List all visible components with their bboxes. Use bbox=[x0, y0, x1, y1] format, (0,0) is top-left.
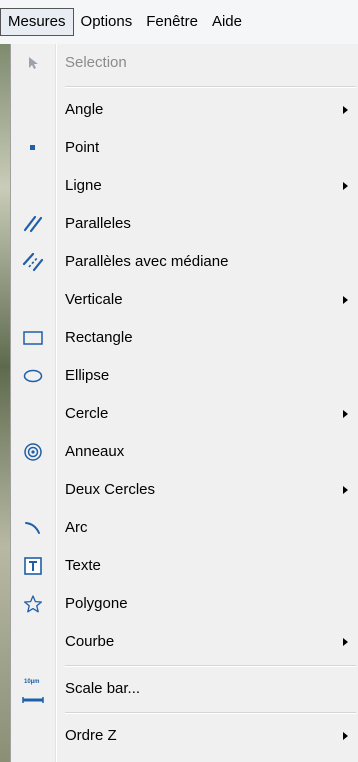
submenu-arrow-icon bbox=[343, 410, 348, 418]
submenu-arrow-icon bbox=[343, 732, 348, 740]
menu-item-label: Scale bar... bbox=[65, 680, 141, 697]
menubar-item-fenetre[interactable]: Fenêtre bbox=[139, 8, 205, 36]
menubar-item-mesures[interactable]: Mesures bbox=[0, 8, 74, 36]
ellipse-icon bbox=[11, 357, 55, 395]
menu-item-label: Anneaux bbox=[65, 443, 125, 460]
menu-item-label: Parallèles avec médiane bbox=[65, 253, 229, 270]
parallel-median-icon bbox=[11, 243, 55, 281]
menu-separator bbox=[65, 665, 356, 667]
menu-item-verticale[interactable]: Verticale bbox=[11, 281, 358, 319]
menu-item-selection[interactable]: Selection bbox=[11, 44, 358, 82]
point-icon bbox=[11, 129, 55, 167]
cursor-icon bbox=[11, 44, 55, 82]
menu-bar: Mesures Options Fenêtre Aide bbox=[0, 0, 358, 44]
menu-item-label: Courbe bbox=[65, 633, 115, 650]
submenu-arrow-icon bbox=[343, 486, 348, 494]
menu-item-label: Arc bbox=[65, 519, 88, 536]
menu-item-courbe[interactable]: Courbe bbox=[11, 623, 358, 661]
arc-icon bbox=[11, 509, 55, 547]
menu-item-label: Ordre Z bbox=[65, 727, 117, 744]
menu-item-rectangle[interactable]: Rectangle bbox=[11, 319, 358, 357]
rings-icon bbox=[11, 433, 55, 471]
menu-item-label: Cercle bbox=[65, 405, 109, 422]
menu-item-label: Selection bbox=[65, 54, 127, 71]
menu-item-label: Ellipse bbox=[65, 367, 110, 384]
menubar-item-aide[interactable]: Aide bbox=[205, 8, 249, 36]
menu-item-point[interactable]: Point bbox=[11, 129, 358, 167]
menubar-item-options[interactable]: Options bbox=[74, 8, 140, 36]
menu-separator bbox=[65, 712, 356, 714]
menu-item-paralleles-avec-mediane[interactable]: Parallèles avec médiane bbox=[11, 243, 358, 281]
menu-item-label: Polygone bbox=[65, 595, 128, 612]
polygon-icon bbox=[11, 585, 55, 623]
menu-item-paralleles[interactable]: Paralleles bbox=[11, 205, 358, 243]
menu-item-ligne[interactable]: Ligne bbox=[11, 167, 358, 205]
menu-item-label: Verticale bbox=[65, 291, 123, 308]
text-icon bbox=[11, 547, 55, 585]
menu-item-arc[interactable]: Arc bbox=[11, 509, 358, 547]
menu-item-label: Rectangle bbox=[65, 329, 133, 346]
rectangle-icon bbox=[11, 319, 55, 357]
submenu-arrow-icon bbox=[343, 182, 348, 190]
menu-item-label: Deux Cercles bbox=[65, 481, 156, 498]
submenu-arrow-icon bbox=[343, 106, 348, 114]
menu-item-texte[interactable]: Texte bbox=[11, 547, 358, 585]
menu-item-polygone[interactable]: Polygone bbox=[11, 585, 358, 623]
menu-item-label: Paralleles bbox=[65, 215, 131, 232]
menu-separator bbox=[65, 86, 356, 88]
menu-item-ordre-z[interactable]: Ordre Z bbox=[11, 717, 358, 755]
menu-item-scale-bar[interactable]: 10µm Scale bar... bbox=[11, 670, 358, 708]
background-image-strip bbox=[0, 44, 10, 762]
menu-item-angle[interactable]: Angle bbox=[11, 91, 358, 129]
parallel-lines-icon bbox=[11, 205, 55, 243]
scale-bar-icon: 10µm bbox=[11, 670, 55, 708]
menu-item-cercle[interactable]: Cercle bbox=[11, 395, 358, 433]
menu-item-label: Texte bbox=[65, 557, 101, 574]
menu-item-label: Angle bbox=[65, 101, 104, 118]
menu-item-ellipse[interactable]: Ellipse bbox=[11, 357, 358, 395]
menu-item-anneaux[interactable]: Anneaux bbox=[11, 433, 358, 471]
menu-item-label: Ligne bbox=[65, 177, 102, 194]
menu-item-label: Point bbox=[65, 139, 100, 156]
mesures-dropdown-menu: Selection Angle Point Ligne Paralleles Parall… bbox=[10, 44, 358, 762]
menu-item-deux-cercles[interactable]: Deux Cercles bbox=[11, 471, 358, 509]
submenu-arrow-icon bbox=[343, 638, 348, 646]
submenu-arrow-icon bbox=[343, 296, 348, 304]
